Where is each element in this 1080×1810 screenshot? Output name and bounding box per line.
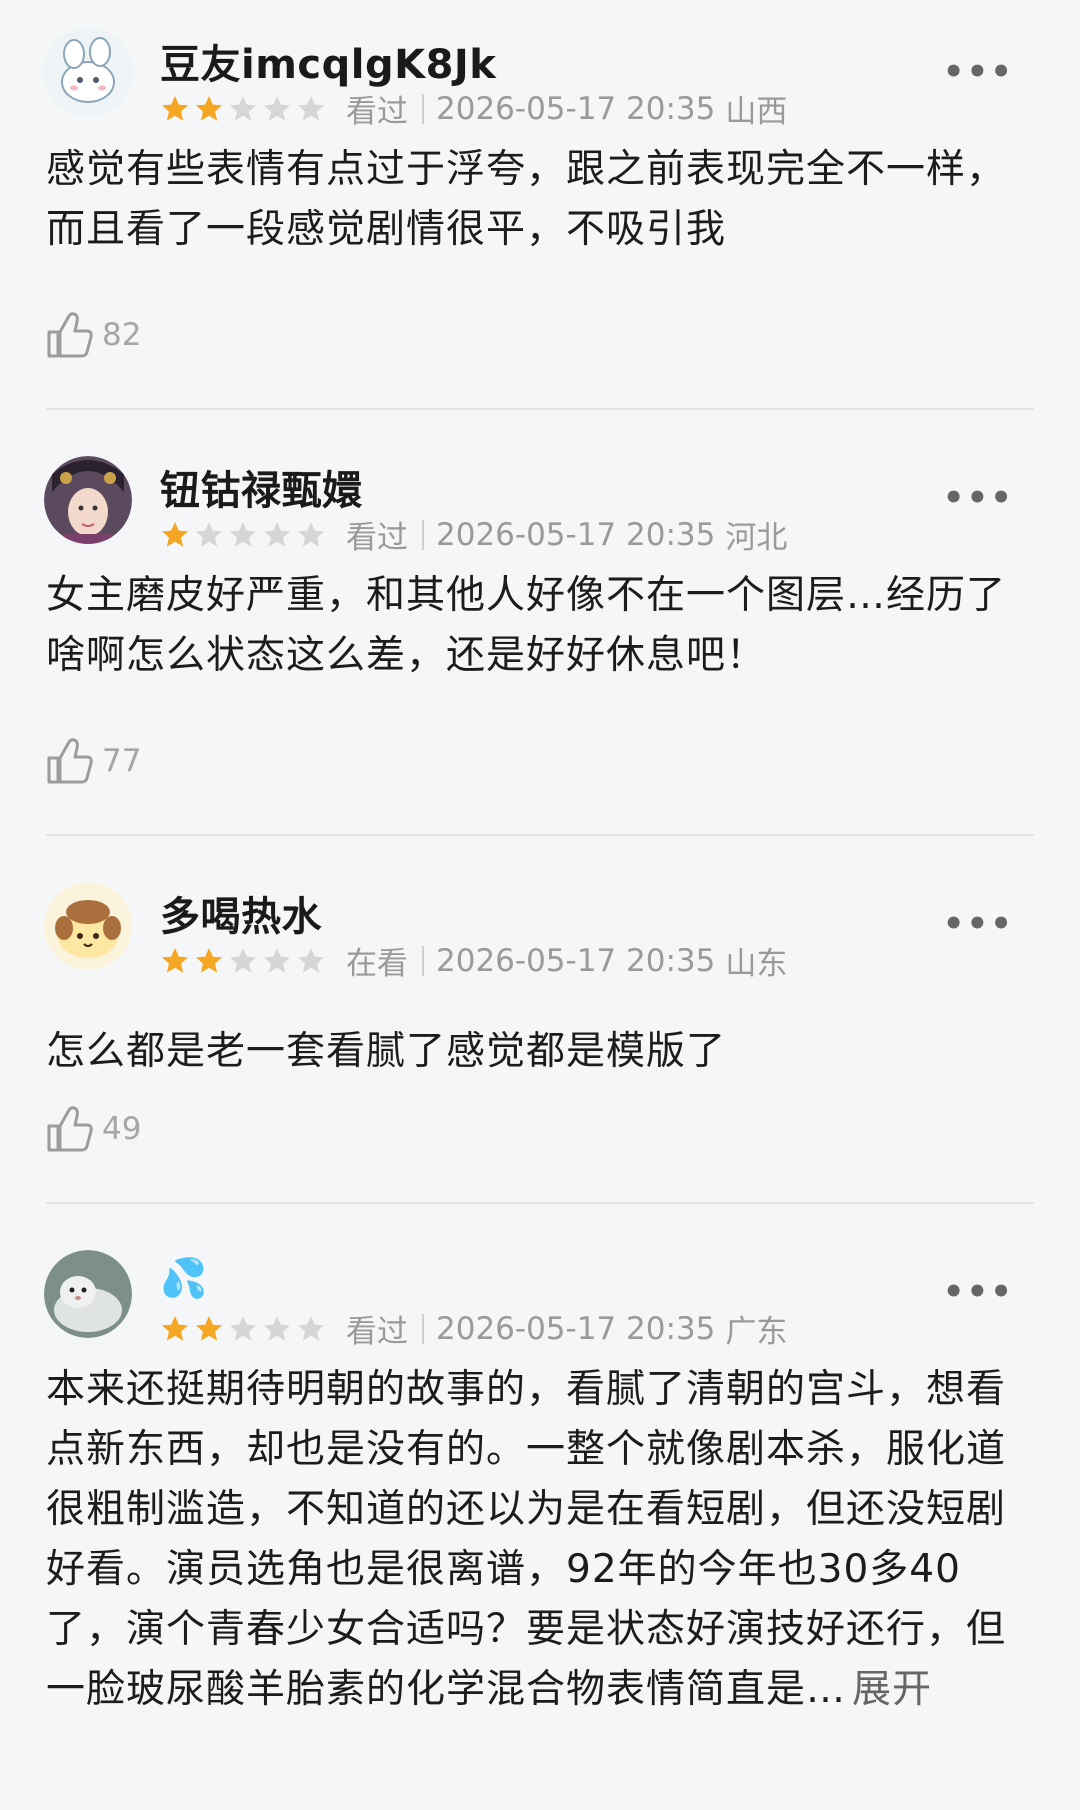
more-dots-icon[interactable]: ••• <box>943 478 1014 518</box>
divider-bar <box>422 1313 424 1344</box>
star-filled-icon <box>162 521 188 547</box>
star-empty-icon <box>298 947 324 973</box>
star-empty-icon <box>298 95 324 121</box>
star-empty-icon <box>264 521 290 547</box>
review-meta: 看过 2026-05-17 20:35 广东 <box>160 1306 787 1351</box>
divider-bar <box>422 519 424 550</box>
like-count: 49 <box>102 1111 142 1147</box>
more-dots-icon[interactable]: ••• <box>943 52 1014 92</box>
star-filled-icon <box>162 1315 188 1341</box>
star-empty-icon <box>230 95 256 121</box>
star-filled-icon <box>162 947 188 973</box>
username[interactable]: 多喝热水 <box>160 884 322 942</box>
thumbs-up-icon <box>47 738 93 784</box>
avatar[interactable] <box>44 882 132 970</box>
review-datetime: 2026-05-17 20:35 <box>436 942 716 979</box>
star-empty-icon <box>264 1315 290 1341</box>
review-content: 感觉有些表情有点过于浮夸，跟之前表现完全不一样，而且看了一段感觉剧情很平，不吸引… <box>46 147 1007 252</box>
star-filled-icon <box>162 95 188 121</box>
divider-bar <box>422 945 424 976</box>
review-location: 山西 <box>725 94 788 130</box>
star-empty-icon <box>264 95 290 121</box>
like-count: 77 <box>102 743 142 779</box>
review-location: 河北 <box>725 520 788 556</box>
star-empty-icon <box>230 947 256 973</box>
review-content-text: 本来还挺期待明朝的故事的，看腻了清朝的宫斗，想看点新东西，却也是没有的。一整个就… <box>46 1367 1007 1712</box>
review-content: 怎么都是老一套看腻了感觉都是模版了 <box>46 1029 727 1074</box>
review-meta: 在看 2026-05-17 20:35 山东 <box>160 938 787 983</box>
expand-link[interactable]: 展开 <box>852 1667 932 1712</box>
review-divider <box>46 408 1034 410</box>
star-filled-icon <box>196 947 222 973</box>
review-datetime: 2026-05-17 20:35 <box>436 90 716 127</box>
username[interactable]: 💦 <box>160 1256 208 1301</box>
divider-bar <box>422 93 424 124</box>
thumbs-up-icon <box>47 312 93 358</box>
review-location: 广东 <box>725 1314 788 1350</box>
avatar[interactable] <box>44 456 132 544</box>
avatar[interactable] <box>44 1250 132 1338</box>
rating-stars <box>160 94 330 124</box>
review-divider <box>46 834 1034 836</box>
thumbs-up-icon <box>47 1106 93 1152</box>
rating-stars <box>160 520 330 550</box>
rating-stars <box>160 1314 330 1344</box>
star-empty-icon <box>298 521 324 547</box>
star-empty-icon <box>230 521 256 547</box>
like-count: 82 <box>102 317 142 353</box>
rating-stars <box>160 946 330 976</box>
review-meta: 看过 2026-05-17 20:35 河北 <box>160 512 787 557</box>
star-empty-icon <box>298 1315 324 1341</box>
review-divider <box>46 1202 1034 1204</box>
review-location: 山东 <box>725 946 788 982</box>
username[interactable]: 豆友imcqlgK8Jk <box>160 32 496 90</box>
star-filled-icon <box>196 95 222 121</box>
review-meta: 看过 2026-05-17 20:35 山西 <box>160 86 787 131</box>
star-empty-icon <box>196 521 222 547</box>
watch-status: 看过 <box>346 520 408 556</box>
watch-status: 看过 <box>346 94 408 130</box>
watch-status: 看过 <box>346 1314 408 1350</box>
like-button[interactable]: 49 <box>46 1104 141 1154</box>
avatar[interactable] <box>44 28 132 116</box>
review-datetime: 2026-05-17 20:35 <box>436 516 716 553</box>
more-dots-icon[interactable]: ••• <box>943 904 1014 944</box>
username[interactable]: 钮钴禄甄嬛 <box>160 458 363 516</box>
watch-status: 在看 <box>346 946 408 982</box>
star-empty-icon <box>264 947 290 973</box>
review-content: 女主磨皮好严重，和其他人好像不在一个图层…经历了啥啊怎么状态这么差，还是好好休息… <box>46 573 1007 678</box>
star-filled-icon <box>196 1315 222 1341</box>
like-button[interactable]: 82 <box>46 310 141 360</box>
star-empty-icon <box>230 1315 256 1341</box>
review-content: 本来还挺期待明朝的故事的，看腻了清朝的宫斗，想看点新东西，却也是没有的。一整个就… <box>46 1360 1036 1720</box>
like-button[interactable]: 77 <box>46 736 141 786</box>
more-dots-icon[interactable]: ••• <box>943 1272 1014 1312</box>
review-datetime: 2026-05-17 20:35 <box>436 1310 716 1347</box>
